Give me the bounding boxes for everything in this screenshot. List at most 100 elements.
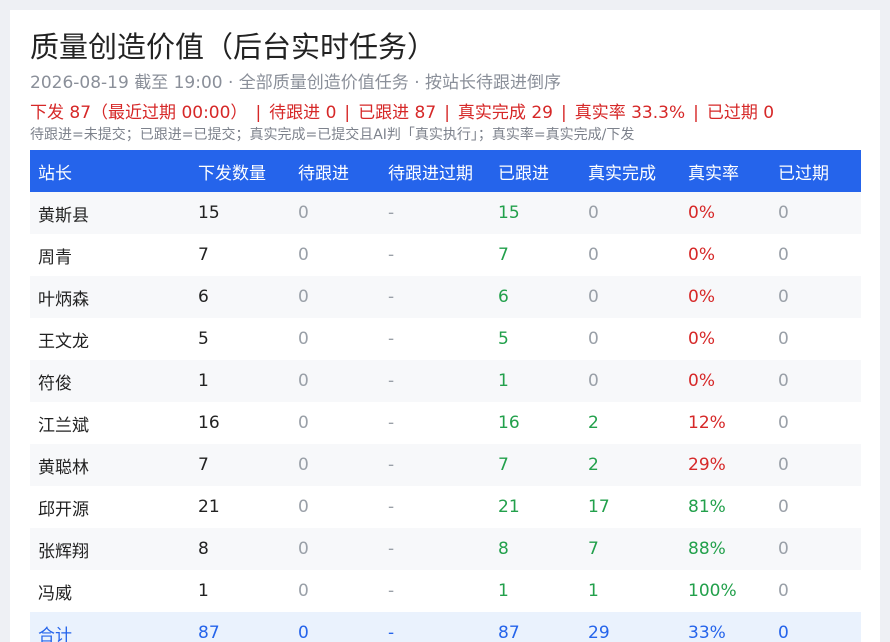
- total-cell-followed: 87: [498, 623, 520, 642]
- cell-followed: 1: [498, 581, 509, 601]
- cell-real-rate: 0%: [688, 287, 715, 307]
- table-row[interactable]: 江兰斌 16 0 - 16 2 12% 0: [30, 402, 861, 444]
- cell-real-rate: 81%: [688, 497, 726, 517]
- col-header-station-manager[interactable]: 站长: [30, 150, 190, 192]
- cell-real-done: 1: [588, 581, 599, 601]
- cell-followed: 8: [498, 539, 509, 559]
- total-cell-real-done: 29: [588, 623, 610, 642]
- cell-pending-expired: -: [388, 329, 395, 349]
- cell-pending-expired: -: [388, 581, 395, 601]
- table-header-row: 站长 下发数量 待跟进 待跟进过期 已跟进 真实完成 真实率 已过期: [30, 150, 861, 192]
- cell-issued: 7: [198, 455, 209, 475]
- cell-followed: 1: [498, 371, 509, 391]
- col-header-expired[interactable]: 已过期: [770, 150, 861, 192]
- cell-station-manager: 江兰斌: [38, 415, 89, 436]
- cell-real-rate: 0%: [688, 245, 715, 265]
- definition-note: 待跟进=未提交；已跟进=已提交；真实完成=已提交且AI判「真实执行」；真实率=真…: [30, 127, 635, 143]
- station-table: 站长 下发数量 待跟进 待跟进过期 已跟进 真实完成 真实率 已过期 黄斯县 15…: [30, 150, 861, 642]
- summary-separator: |: [255, 103, 262, 123]
- cell-real-rate: 29%: [688, 455, 726, 475]
- col-header-issued[interactable]: 下发数量: [190, 150, 290, 192]
- summary-issued: 下发 87（最近过期 00:00）: [30, 103, 248, 123]
- cell-real-done: 2: [588, 413, 599, 433]
- cell-station-manager: 冯威: [38, 583, 72, 604]
- table-row[interactable]: 邱开源 21 0 - 21 17 81% 0: [30, 486, 861, 528]
- cell-pending: 0: [298, 329, 309, 349]
- cell-pending-expired: -: [388, 413, 395, 433]
- cell-real-done: 0: [588, 329, 599, 349]
- cell-followed: 21: [498, 497, 520, 517]
- table-total-row: 合计 87 0 - 87 29 33% 0: [30, 612, 861, 642]
- cell-followed: 5: [498, 329, 509, 349]
- cell-station-manager: 邱开源: [38, 499, 89, 520]
- table-row[interactable]: 黄斯县 15 0 - 15 0 0% 0: [30, 192, 861, 234]
- cell-real-rate: 0%: [688, 329, 715, 349]
- summary-expired: 已过期 0: [706, 103, 775, 123]
- col-header-real-rate[interactable]: 真实率: [680, 150, 770, 192]
- cell-station-manager: 黄聪林: [38, 457, 89, 478]
- table-row[interactable]: 黄聪林 7 0 - 7 2 29% 0: [30, 444, 861, 486]
- cell-pending: 0: [298, 455, 309, 475]
- cell-pending-expired: -: [388, 455, 395, 475]
- summary-real-rate: 真实率 33.3%: [574, 103, 686, 123]
- cell-station-manager: 张辉翔: [38, 541, 89, 562]
- cell-station-manager: 符俊: [38, 373, 72, 394]
- cell-followed: 16: [498, 413, 520, 433]
- col-header-real-done[interactable]: 真实完成: [580, 150, 680, 192]
- cell-issued: 21: [198, 497, 220, 517]
- table-row[interactable]: 周青 7 0 - 7 0 0% 0: [30, 234, 861, 276]
- cell-pending: 0: [298, 413, 309, 433]
- cell-expired: 0: [778, 287, 789, 307]
- summary-real-done: 真实完成 29: [457, 103, 553, 123]
- cell-issued: 8: [198, 539, 209, 559]
- cell-expired: 0: [778, 371, 789, 391]
- summary-separator: |: [444, 103, 450, 123]
- total-cell-pending: 0: [298, 623, 309, 642]
- table-row[interactable]: 冯威 1 0 - 1 1 100% 0: [30, 570, 861, 612]
- cell-pending: 0: [298, 371, 309, 391]
- col-header-followed[interactable]: 已跟进: [490, 150, 580, 192]
- cell-followed: 15: [498, 203, 520, 223]
- cell-issued: 1: [198, 371, 209, 391]
- cell-expired: 0: [778, 539, 789, 559]
- col-header-pending-expired[interactable]: 待跟进过期: [380, 150, 490, 192]
- total-cell-expired: 0: [778, 623, 789, 642]
- cell-real-done: 2: [588, 455, 599, 475]
- table-row[interactable]: 王文龙 5 0 - 5 0 0% 0: [30, 318, 861, 360]
- summary-bar: 下发 87（最近过期 00:00） | 待跟进 0 | 已跟进 87 | 真实完成 29 | 真…: [30, 98, 774, 123]
- cell-real-rate: 88%: [688, 539, 726, 559]
- cell-station-manager: 王文龙: [38, 331, 89, 352]
- cell-real-done: 0: [588, 287, 599, 307]
- cell-expired: 0: [778, 497, 789, 517]
- cell-expired: 0: [778, 203, 789, 223]
- cell-expired: 0: [778, 245, 789, 265]
- cell-expired: 0: [778, 329, 789, 349]
- cell-real-done: 0: [588, 203, 599, 223]
- cell-real-rate: 0%: [688, 371, 715, 391]
- table-row[interactable]: 符俊 1 0 - 1 0 0% 0: [30, 360, 861, 402]
- cell-expired: 0: [778, 581, 789, 601]
- total-cell-real-rate: 33%: [688, 623, 726, 642]
- cell-issued: 7: [198, 245, 209, 265]
- cell-expired: 0: [778, 455, 789, 475]
- table-row[interactable]: 叶炳森 6 0 - 6 0 0% 0: [30, 276, 861, 318]
- cell-issued: 1: [198, 581, 209, 601]
- cell-real-rate: 0%: [688, 203, 715, 223]
- summary-pending: 待跟进 0: [269, 103, 337, 123]
- cell-pending: 0: [298, 203, 309, 223]
- cell-station-manager: 黄斯县: [38, 205, 89, 226]
- cell-real-done: 0: [588, 245, 599, 265]
- table-row[interactable]: 张辉翔 8 0 - 8 7 88% 0: [30, 528, 861, 570]
- cell-pending: 0: [298, 287, 309, 307]
- col-header-pending[interactable]: 待跟进: [290, 150, 380, 192]
- summary-separator: |: [560, 103, 567, 123]
- cell-real-done: 17: [588, 497, 610, 517]
- table-body: 黄斯县 15 0-15 0 0% 0 周青 7 0-7 0 0% 0 叶炳森 6 0-6 0 0% 0 王文龙 5 0-…: [30, 192, 861, 642]
- report-card: 质量创造价值（后台实时任务） 2026-08-19 截至 19:00 · 全部质…: [10, 10, 880, 642]
- cell-real-rate: 100%: [688, 581, 737, 601]
- cell-pending-expired: -: [388, 497, 395, 517]
- page-subtitle: 2026-08-19 截至 19:00 · 全部质量创造价值任务 · 按站长待跟…: [30, 73, 562, 93]
- cell-real-done: 7: [588, 539, 599, 559]
- cell-pending-expired: -: [388, 203, 395, 223]
- total-cell-issued: 87: [198, 623, 220, 642]
